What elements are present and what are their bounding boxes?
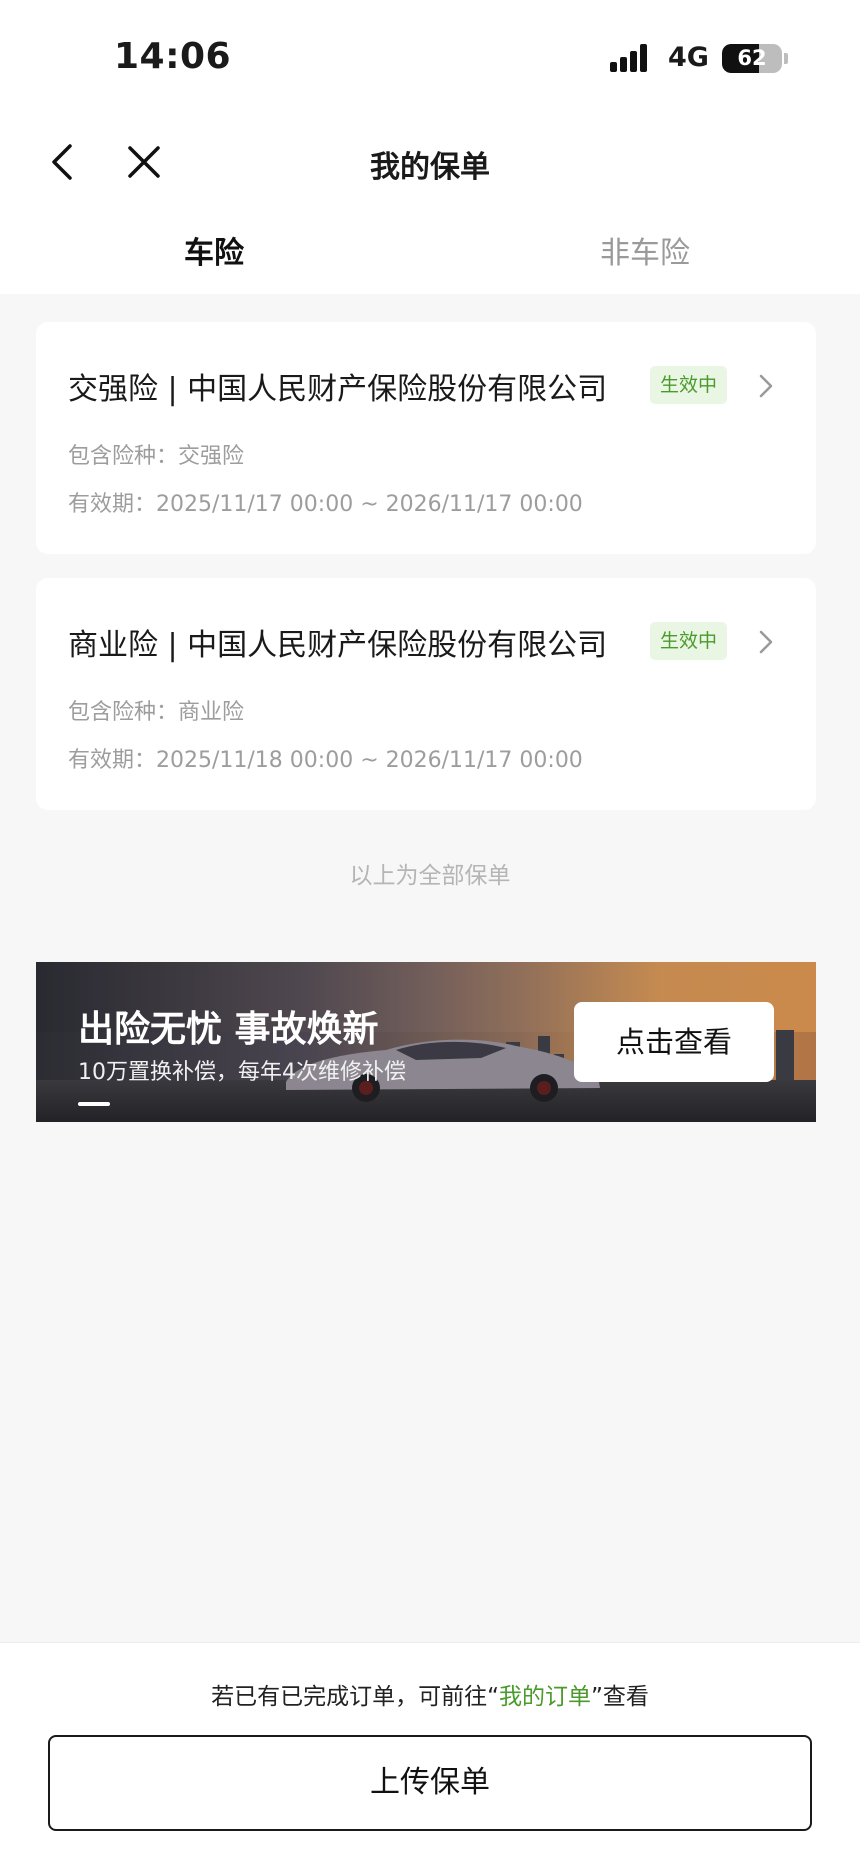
promo-banner[interactable]: 出险无忧 事故焕新 10万置换补偿，每年4次维修补偿 点击查看: [36, 962, 816, 1122]
banner-subtitle: 10万置换补偿，每年4次维修补偿: [78, 1060, 406, 1085]
tab-non-car-insurance[interactable]: 非车险: [600, 228, 690, 272]
page-title: 我的保单: [370, 150, 490, 185]
banner-title: 出险无忧 事故焕新: [78, 1009, 379, 1050]
policy-validity: 有效期：2025/11/18 00:00 ~ 2026/11/17 00:00: [68, 748, 583, 773]
policy-title: 交强险 | 中国人民财产保险股份有限公司: [68, 372, 608, 407]
battery-icon: 62: [722, 44, 782, 73]
status-badge: 生效中: [650, 366, 728, 404]
bottom-action-bar: 若已有已完成订单，可前往“我的订单”查看 上传保单: [0, 1642, 860, 1864]
tab-car-insurance[interactable]: 车险: [184, 228, 244, 272]
policy-validity: 有效期：2025/11/17 00:00 ~ 2026/11/17 00:00: [68, 492, 583, 517]
carousel-indicator: [78, 1102, 110, 1106]
battery-level: 62: [737, 46, 767, 70]
policy-card[interactable]: 商业险 | 中国人民财产保险股份有限公司 生效中 包含险种：商业险 有效期：20…: [36, 578, 816, 810]
hint-prefix: 若已有已完成订单，可前往“: [211, 1684, 499, 1710]
policy-coverage: 包含险种：商业险: [68, 700, 245, 725]
policy-coverage: 包含险种：交强险: [68, 444, 245, 469]
signal-icon: [610, 44, 656, 72]
network-type: 4G: [668, 42, 709, 73]
policy-title: 商业险 | 中国人民财产保险股份有限公司: [68, 628, 608, 663]
end-of-list-note: 以上为全部保单: [349, 863, 511, 889]
status-badge: 生效中: [650, 622, 728, 660]
status-time: 14:06: [114, 36, 232, 77]
chevron-right-icon: [759, 630, 773, 654]
battery-tip: [784, 53, 788, 64]
view-details-button[interactable]: 点击查看: [574, 1002, 774, 1082]
header-area: 14:06 4G 62 我的保单 车险 非车险: [0, 0, 860, 294]
orders-hint: 若已有已完成订单，可前往“我的订单”查看: [0, 1677, 860, 1711]
policy-card[interactable]: 交强险 | 中国人民财产保险股份有限公司 生效中 包含险种：交强险 有效期：20…: [36, 322, 816, 554]
hint-suffix: ”查看: [591, 1684, 649, 1710]
my-orders-link[interactable]: 我的订单: [499, 1684, 591, 1710]
upload-policy-button[interactable]: 上传保单: [48, 1735, 812, 1831]
chevron-right-icon: [759, 374, 773, 398]
